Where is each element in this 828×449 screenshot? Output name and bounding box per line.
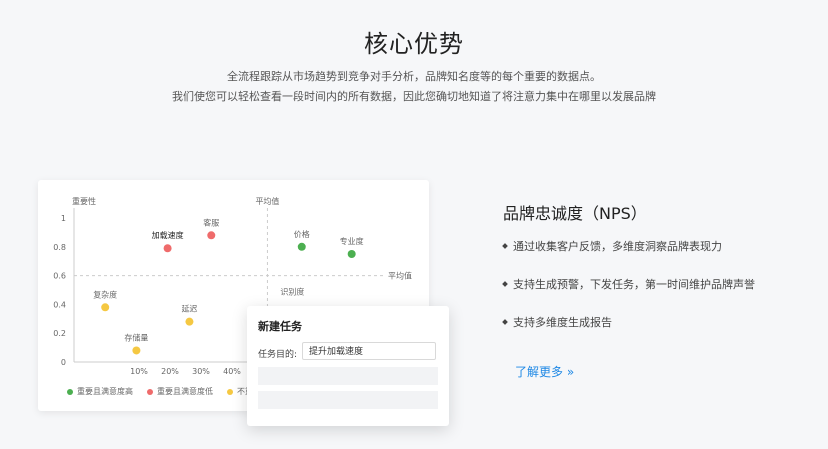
y-tick-label: 0.6 — [53, 272, 66, 281]
data-point — [207, 231, 216, 240]
legend-item: 重要且满意度低 — [147, 386, 213, 397]
y-tick-label: 0.2 — [53, 329, 66, 338]
x-tick-label: 30% — [192, 367, 210, 376]
x-tick-label: 10% — [130, 367, 148, 376]
legend-label: 重要且满意度低 — [157, 387, 213, 396]
legend-dot-icon — [67, 388, 73, 395]
point-label: 专业度 — [340, 236, 364, 246]
point-label: 价格 — [294, 229, 310, 239]
point-label: 识别度 — [280, 286, 304, 296]
feature-title: 品牌忠诚度（NPS） — [503, 204, 647, 223]
section-subtitle-line2: 我们使您可以轻松查看一段时间内的所有数据，因此您确切地知道了将注意力集中在哪里以… — [172, 90, 656, 103]
data-point — [185, 317, 194, 326]
bullet-icon — [502, 281, 508, 287]
point-label: 客服 — [203, 217, 219, 227]
point-label: 延迟 — [181, 304, 197, 314]
new-task-popup: 新建任务 任务目的: 提升加载速度 — [247, 306, 449, 426]
popup-title: 新建任务 — [258, 320, 302, 333]
legend-dot-icon — [227, 388, 233, 395]
feature-bullet: 支持多维度生成报告 — [502, 314, 612, 330]
legend-label: 重要且满意度高 — [77, 387, 133, 396]
data-point — [347, 250, 356, 258]
task-purpose-label: 任务目的: — [258, 350, 298, 360]
learn-more-link[interactable]: 了解更多 » — [515, 363, 574, 380]
section-title: 核心优势 — [364, 30, 464, 58]
point-label: 加载速度 — [152, 230, 184, 240]
y-tick-label: 0.4 — [53, 300, 66, 309]
bullet-icon — [502, 319, 508, 325]
mean-y-label: 平均值 — [388, 271, 412, 281]
x-tick-label: 40% — [223, 367, 241, 376]
bullet-text: 通过收集客户反馈，多维度洞察品牌表现力 — [513, 240, 722, 253]
task-purpose-input[interactable]: 提升加载速度 — [302, 342, 436, 360]
legend-dot-icon — [147, 388, 153, 395]
y-tick-label: 1 — [61, 214, 66, 223]
point-label: 存储量 — [124, 332, 148, 342]
section-subtitle-line1: 全流程跟踪从市场趋势到竞争对手分析，品牌知名度等的每个重要的数据点。 — [227, 70, 601, 83]
y-tick-label: 0 — [61, 358, 66, 367]
data-point — [163, 244, 172, 253]
feature-bullet: 通过收集客户反馈，多维度洞察品牌表现力 — [502, 238, 722, 254]
point-label: 复杂度 — [93, 289, 117, 299]
feature-bullet: 支持生成预警，下发任务，第一时间维护品牌声誉 — [502, 276, 755, 292]
bullet-text: 支持生成预警，下发任务，第一时间维护品牌声誉 — [513, 278, 755, 291]
bullet-icon — [502, 243, 508, 249]
placeholder-field-1[interactable] — [258, 367, 438, 385]
data-point — [297, 242, 306, 251]
y-tick-label: 0.8 — [53, 243, 66, 252]
bullet-text: 支持多维度生成报告 — [513, 316, 612, 329]
data-point — [101, 303, 110, 312]
placeholder-field-2[interactable] — [258, 391, 438, 409]
data-point — [132, 346, 141, 355]
chart-legend: 重要且满意度高 重要且满意度低 不重 — [67, 386, 253, 397]
x-tick-label: 20% — [161, 367, 179, 376]
mean-x-label: 平均值 — [255, 196, 279, 206]
y-axis-title: 重要性 — [72, 196, 96, 206]
legend-item: 重要且满意度高 — [67, 386, 133, 397]
